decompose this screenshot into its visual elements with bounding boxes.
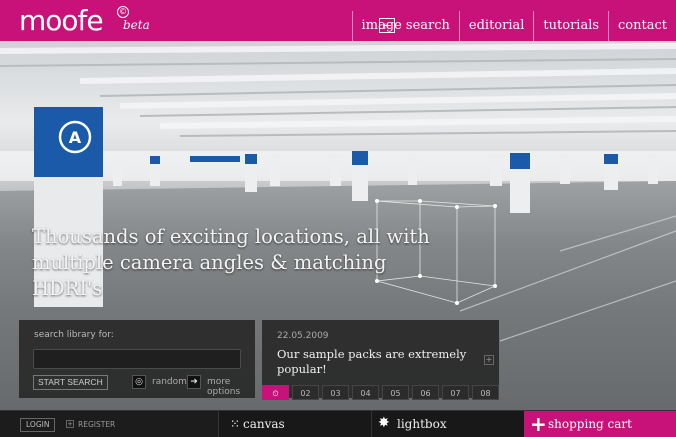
pillar-letter: A: [69, 128, 82, 147]
arrow-right-icon[interactable]: ➜: [187, 375, 201, 389]
page-button[interactable]: 02: [292, 385, 319, 400]
plus-icon[interactable]: +: [484, 355, 494, 365]
shopping-cart-label: shopping cart: [548, 417, 632, 431]
register-link[interactable]: REGISTER: [78, 420, 115, 429]
search-panel: search library for: START SEARCH ◎ rando…: [19, 320, 255, 398]
news-pager: ⏲ 02 03 04 05 06 07 08: [262, 385, 499, 401]
main-nav: image search editorial tutorials contact: [350, 11, 676, 41]
logo-mark: ©: [117, 6, 129, 18]
page-button[interactable]: 05: [382, 385, 409, 400]
nav-tutorials[interactable]: tutorials: [533, 11, 608, 41]
hero-headline: Thousands of exciting locations, all wit…: [32, 225, 430, 300]
page-button[interactable]: 08: [472, 385, 499, 400]
start-search-button[interactable]: START SEARCH: [33, 375, 108, 390]
page-button[interactable]: 04: [352, 385, 379, 400]
clock-icon[interactable]: ⏲: [262, 385, 289, 400]
search-label: search library for:: [34, 330, 114, 340]
news-text[interactable]: Our sample packs are extremely popular!: [277, 347, 477, 377]
lightbox-label: lightbox: [397, 417, 447, 431]
nav-editorial[interactable]: editorial: [458, 11, 534, 41]
random-link[interactable]: random: [152, 377, 187, 387]
search-input[interactable]: [33, 349, 241, 369]
beta-label: beta: [123, 18, 150, 32]
bottom-bar: LOGIN + REGISTER ⁙ canvas ✸ lightbox + s…: [0, 410, 676, 437]
page-button[interactable]: 03: [322, 385, 349, 400]
canvas-tab[interactable]: ⁙ canvas: [218, 411, 371, 437]
lightbox-tab[interactable]: ✸ lightbox: [371, 411, 524, 437]
lightbox-icon: ✸: [378, 415, 390, 431]
nav-image-search[interactable]: image search: [351, 11, 459, 41]
logo-text: moofe: [19, 4, 104, 37]
page-button[interactable]: 06: [412, 385, 439, 400]
top-navigation-bar: moofe © beta ← image search editorial tu…: [0, 0, 676, 41]
moofe-logo[interactable]: moofe ©: [19, 4, 129, 37]
canvas-icon: ⁙: [230, 417, 241, 431]
news-date: 22.05.2009: [277, 331, 329, 341]
more-options-link[interactable]: more options: [207, 377, 255, 397]
plus-icon: +: [530, 412, 547, 436]
login-button[interactable]: LOGIN: [20, 418, 56, 432]
nav-contact[interactable]: contact: [608, 11, 676, 41]
plus-icon[interactable]: +: [66, 420, 74, 428]
page-button[interactable]: 07: [442, 385, 469, 400]
canvas-label: canvas: [243, 417, 285, 431]
shopping-cart-tab[interactable]: + shopping cart: [524, 411, 676, 437]
random-icon[interactable]: ◎: [132, 375, 146, 389]
